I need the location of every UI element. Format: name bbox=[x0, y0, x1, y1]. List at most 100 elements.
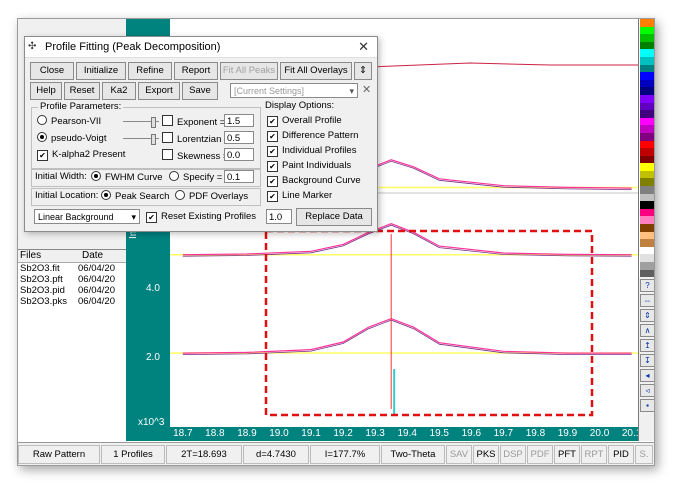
color-swatch[interactable] bbox=[640, 186, 654, 194]
color-swatch[interactable] bbox=[640, 178, 654, 187]
tool-button[interactable]: ◂ bbox=[640, 369, 654, 382]
color-swatch[interactable] bbox=[640, 170, 654, 179]
color-swatch[interactable] bbox=[640, 102, 654, 111]
color-swatch[interactable] bbox=[640, 262, 654, 270]
file-row[interactable]: Sb2O3.pft 06/04/20 bbox=[18, 274, 126, 285]
lorentzian-slider[interactable] bbox=[123, 134, 159, 145]
refine-button[interactable]: Refine bbox=[128, 62, 172, 80]
skewness-input[interactable]: 0.0 bbox=[224, 148, 254, 161]
fit-all-peaks-button[interactable]: Fit All Peaks bbox=[220, 62, 278, 80]
export-button[interactable]: Export bbox=[138, 82, 180, 100]
color-swatch[interactable] bbox=[640, 49, 654, 57]
color-swatch[interactable] bbox=[640, 125, 654, 133]
color-swatch[interactable] bbox=[640, 140, 654, 149]
color-swatch[interactable] bbox=[640, 132, 654, 141]
fwhm-radio[interactable]: FWHM Curve bbox=[91, 171, 163, 183]
color-swatch[interactable] bbox=[640, 193, 654, 202]
exponent-slider[interactable] bbox=[123, 117, 159, 128]
color-swatch[interactable] bbox=[640, 254, 654, 262]
tab-pid[interactable]: PID bbox=[608, 445, 634, 464]
color-swatch[interactable] bbox=[640, 117, 654, 126]
reset-button[interactable]: Reset bbox=[64, 82, 100, 100]
pdf-overlays-radio[interactable]: PDF Overlays bbox=[175, 190, 248, 202]
tab-s[interactable]: S. bbox=[635, 445, 653, 464]
display-option[interactable]: ✔ Overall Profile bbox=[267, 115, 342, 127]
tab-pks[interactable]: PKS bbox=[473, 445, 499, 464]
color-swatch[interactable] bbox=[640, 110, 654, 118]
tool-button[interactable]: ? bbox=[640, 279, 654, 292]
close-icon[interactable]: ✕ bbox=[358, 37, 369, 57]
tool-button[interactable]: ⇔ bbox=[640, 294, 654, 307]
color-swatch[interactable] bbox=[640, 201, 654, 209]
slider-thumb[interactable] bbox=[151, 117, 156, 128]
replace-data-button[interactable]: Replace Data bbox=[296, 208, 372, 226]
tab-rpt[interactable]: RPT bbox=[581, 445, 607, 464]
initialize-button[interactable]: Initialize bbox=[76, 62, 126, 80]
color-swatch[interactable] bbox=[640, 239, 654, 247]
save-button[interactable]: Save bbox=[182, 82, 218, 100]
display-option[interactable]: ✔ Paint Individuals bbox=[267, 160, 351, 172]
dialog-titlebar[interactable]: ✣ Profile Fitting (Peak Decomposition) ✕ bbox=[25, 37, 377, 58]
tool-button[interactable]: ∧ bbox=[640, 324, 654, 337]
reset-profiles-checkbox[interactable]: ✔ Reset Existing Profiles bbox=[146, 211, 256, 223]
clear-settings-icon[interactable]: ✕ bbox=[362, 83, 371, 96]
color-swatch[interactable] bbox=[640, 56, 654, 65]
color-swatch[interactable] bbox=[640, 19, 654, 27]
tool-button[interactable]: ▪ bbox=[640, 399, 654, 412]
color-swatch[interactable] bbox=[640, 79, 654, 88]
color-swatch[interactable] bbox=[640, 148, 654, 156]
date-column-header[interactable]: Date bbox=[80, 250, 105, 262]
expand-button[interactable]: ⇕ bbox=[354, 62, 372, 80]
color-swatch[interactable] bbox=[640, 163, 654, 171]
tool-button[interactable]: ↧ bbox=[640, 354, 654, 367]
tool-button[interactable]: ↥ bbox=[640, 339, 654, 352]
specify-radio[interactable]: Specify = bbox=[169, 171, 222, 183]
kalpha2-checkbox[interactable]: ✔ K-alpha2 Present bbox=[37, 149, 125, 161]
color-swatch[interactable] bbox=[640, 41, 654, 50]
help-button[interactable]: Help bbox=[30, 82, 62, 100]
close-button[interactable]: Close bbox=[30, 62, 74, 80]
tool-button[interactable]: ◃ bbox=[640, 384, 654, 397]
display-option[interactable]: ✔ Background Curve bbox=[267, 175, 361, 187]
tab-dsp[interactable]: DSP bbox=[500, 445, 526, 464]
color-swatch[interactable] bbox=[640, 64, 654, 73]
settings-combo[interactable]: [Current Settings] ▾ bbox=[230, 83, 358, 98]
lorentzian-check[interactable]: Lorentzian = bbox=[162, 132, 230, 145]
color-swatch[interactable] bbox=[640, 246, 654, 255]
skewness-check[interactable]: Skewness = bbox=[162, 149, 229, 162]
color-swatch[interactable] bbox=[640, 224, 654, 232]
file-row[interactable]: Sb2O3.pid 06/04/20 bbox=[18, 285, 126, 296]
color-swatch[interactable] bbox=[640, 155, 654, 164]
display-option[interactable]: ✔ Individual Profiles bbox=[267, 145, 356, 157]
replace-value-input[interactable]: 1.0 bbox=[266, 209, 292, 224]
color-swatch[interactable] bbox=[640, 216, 654, 225]
files-column-header[interactable]: Files bbox=[18, 250, 80, 262]
tool-button[interactable]: ⇕ bbox=[640, 309, 654, 322]
display-option[interactable]: ✔ Line Marker bbox=[267, 190, 332, 202]
peak-search-radio[interactable]: Peak Search bbox=[101, 190, 169, 202]
color-swatch[interactable] bbox=[640, 231, 654, 240]
color-swatch[interactable] bbox=[640, 72, 654, 80]
tab-sav[interactable]: SAV bbox=[446, 445, 472, 464]
file-row[interactable]: Sb2O3.fit 06/04/20 bbox=[18, 263, 126, 274]
pseudo-voigt-radio[interactable]: pseudo-Voigt bbox=[37, 132, 106, 144]
exponent-input[interactable]: 1.5 bbox=[224, 114, 254, 127]
color-swatch[interactable] bbox=[640, 26, 654, 35]
ka2-button[interactable]: Ka2 bbox=[102, 82, 136, 100]
tab-pdf[interactable]: PDF bbox=[527, 445, 553, 464]
fit-all-overlays-button[interactable]: Fit All Overlays bbox=[280, 62, 352, 80]
slider-thumb[interactable] bbox=[151, 134, 156, 145]
lorentzian-input[interactable]: 0.5 bbox=[224, 131, 254, 144]
color-swatch[interactable] bbox=[640, 87, 654, 95]
exponent-check[interactable]: Exponent = bbox=[162, 115, 225, 128]
tab-pft[interactable]: PFT bbox=[554, 445, 580, 464]
report-button[interactable]: Report bbox=[174, 62, 218, 80]
file-row[interactable]: Sb2O3.pks 06/04/20 bbox=[18, 296, 126, 307]
color-swatch[interactable] bbox=[640, 34, 654, 42]
color-swatch[interactable] bbox=[640, 208, 654, 217]
background-select[interactable]: Linear Background ▾ bbox=[34, 209, 140, 224]
color-swatch[interactable] bbox=[640, 94, 654, 103]
pearson-radio[interactable]: Pearson-VII bbox=[37, 115, 101, 127]
display-option[interactable]: ✔ Difference Pattern bbox=[267, 130, 358, 142]
specify-input[interactable]: 0.1 bbox=[224, 170, 254, 183]
